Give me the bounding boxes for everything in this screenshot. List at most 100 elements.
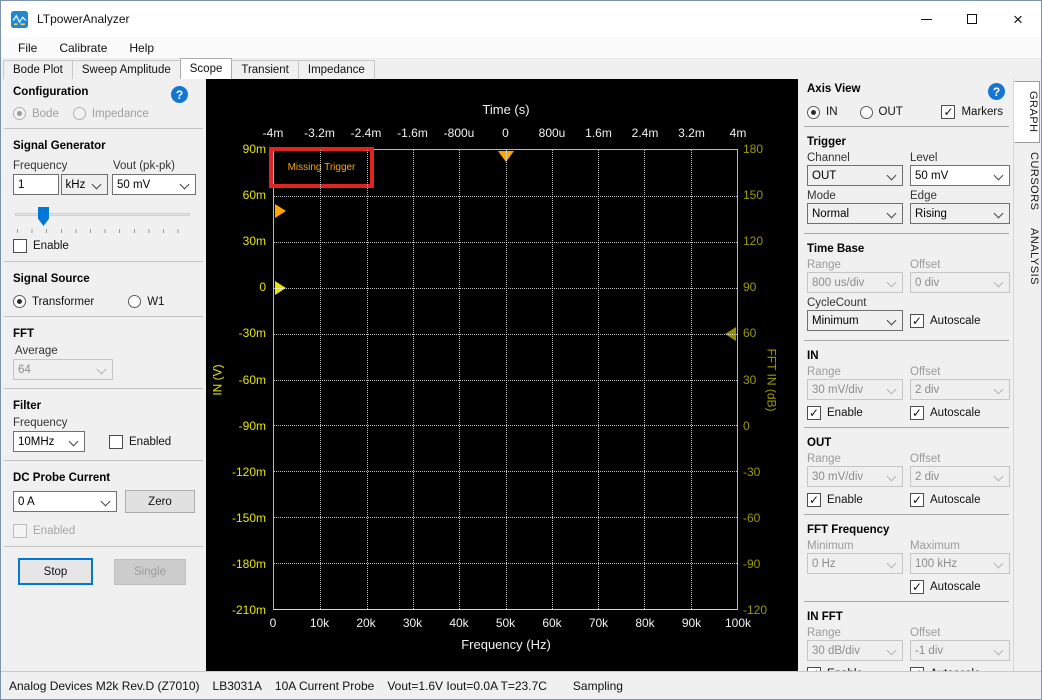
filter-enabled-checkbox[interactable]: ✓ Enabled [109, 435, 171, 449]
fft-tick: -90 [743, 557, 760, 571]
vout-label: Vout (pk-pk) [113, 160, 175, 172]
single-button[interactable]: Single [114, 559, 186, 585]
in-autoscale-checkbox[interactable]: ✓ Autoscale [910, 406, 1010, 420]
in-tick: -210m [232, 603, 266, 617]
checkbox-box: ✓ [807, 406, 821, 420]
tab-impedance[interactable]: Impedance [298, 60, 375, 79]
menu-calibrate[interactable]: Calibrate [48, 39, 118, 57]
frequency-unit-select[interactable]: kHz [61, 174, 108, 195]
axis-view-out-radio[interactable]: OUT [860, 106, 903, 119]
tab-bode-plot[interactable]: Bode Plot [3, 60, 73, 79]
configuration-section: Configuration ? Bode Impedance [1, 81, 206, 126]
fft-frequency-maximum-select[interactable]: 100 kHz [910, 553, 1010, 574]
chevron-down-icon [887, 209, 897, 219]
in-enable-checkbox[interactable]: ✓ Enable [807, 406, 903, 420]
side-tab-analysis[interactable]: ANALYSIS [1016, 219, 1040, 294]
trigger-level-select[interactable]: 50 mV [910, 165, 1010, 186]
trigger-level-marker[interactable] [275, 204, 286, 218]
slider-thumb[interactable] [38, 207, 49, 226]
missing-trigger-text: Missing Trigger [288, 162, 356, 173]
help-icon[interactable]: ? [988, 83, 1005, 100]
fft-tick: 90 [743, 280, 756, 294]
menu-help[interactable]: Help [118, 39, 165, 57]
side-tab-cursors[interactable]: CURSORS [1016, 143, 1040, 220]
fft-tick: -30 [743, 465, 760, 479]
cyclecount-select[interactable]: Minimum [807, 310, 903, 331]
out-range-select[interactable]: 30 mV/div [807, 466, 903, 487]
in-offset-select[interactable]: 2 div [910, 379, 1010, 400]
out-enable-checkbox[interactable]: ✓ Enable [807, 493, 903, 507]
chevron-down-icon [180, 180, 190, 190]
menu-file[interactable]: File [7, 39, 48, 57]
slider-ticks [17, 229, 190, 233]
axis-view-in-radio[interactable]: IN [807, 106, 838, 119]
side-tab-graph[interactable]: GRAPH [1014, 81, 1040, 143]
chevron-down-icon [994, 385, 1004, 395]
app-logo-icon [11, 11, 28, 28]
dc-probe-current-select[interactable]: 0 A [13, 491, 117, 512]
trigger-channel-select[interactable]: OUT [807, 165, 903, 186]
stop-button[interactable]: Stop [18, 558, 93, 585]
help-icon[interactable]: ? [171, 86, 188, 103]
time-base-autoscale-checkbox[interactable]: ✓ Autoscale [910, 314, 1010, 328]
trigger-title: Trigger [807, 136, 846, 148]
out-offset-label: Offset [910, 453, 1010, 465]
fft-frequency-title: FFT Frequency [807, 524, 889, 536]
bode-radio[interactable]: Bode [13, 107, 59, 120]
app-window: LTpowerAnalyzer × FileCalibrateHelp Bode… [0, 0, 1042, 700]
tab-sweep-amplitude[interactable]: Sweep Amplitude [72, 60, 181, 79]
in-fft-offset-select[interactable]: -1 div [910, 640, 1010, 661]
fft-frequency-autoscale-checkbox[interactable]: ✓ Autoscale [910, 580, 1010, 594]
signal-generator-section: Signal Generator Frequency Vout (pk-pk) … [1, 131, 206, 259]
fft-average-select[interactable]: 64 [13, 359, 113, 380]
filter-frequency-select[interactable]: 10MHz [13, 431, 85, 452]
in-fft-range-label: Range [807, 627, 903, 639]
autoscale-label: Autoscale [930, 494, 981, 506]
trigger-edge-select[interactable]: Rising [910, 203, 1010, 224]
minimize-button[interactable] [903, 1, 949, 37]
w1-radio[interactable]: W1 [128, 295, 164, 308]
fft-average-label: Average [15, 345, 196, 357]
time-base-range-select[interactable]: 800 us/div [807, 272, 903, 293]
signal-generator-enable-checkbox[interactable]: ✓ Enable [13, 239, 69, 253]
maximize-button[interactable] [949, 1, 995, 37]
trigger-mode-select[interactable]: Normal [807, 203, 903, 224]
dc-probe-enabled-label: Enabled [33, 525, 75, 537]
enable-label: Enable [33, 240, 69, 252]
in-fft-range-select[interactable]: 30 dB/div [807, 640, 903, 661]
impedance-radio[interactable]: Impedance [73, 107, 149, 120]
chevron-down-icon [994, 559, 1004, 569]
transformer-radio[interactable]: Transformer [13, 295, 94, 308]
divider [4, 316, 203, 317]
in-axis-title: IN (V) [210, 149, 226, 610]
in-tick: -180m [232, 557, 266, 571]
out-autoscale-checkbox[interactable]: ✓ Autoscale [910, 493, 1010, 507]
dc-probe-enabled-checkbox[interactable]: ✓ Enabled [13, 524, 75, 538]
in-tick: 0 [259, 280, 266, 294]
markers-checkbox[interactable]: ✓ Markers [941, 105, 1003, 119]
in-fft-autoscale-checkbox[interactable]: ✓ Autoscale [910, 667, 1010, 671]
frequency-tick: 40k [449, 616, 468, 630]
in-range-select[interactable]: 30 mV/div [807, 379, 903, 400]
tab-scope[interactable]: Scope [180, 58, 233, 79]
checkbox-box: ✓ [910, 580, 924, 594]
in-fft-offset-label: Offset [910, 627, 1010, 639]
fft-frequency-minimum-select[interactable]: 0 Hz [807, 553, 903, 574]
vout-select[interactable]: 50 mV [112, 174, 196, 195]
checkbox-box: ✓ [807, 493, 821, 507]
divider [804, 233, 1009, 234]
zero-button[interactable]: Zero [125, 490, 195, 513]
tab-transient[interactable]: Transient [231, 60, 299, 79]
frequency-input[interactable]: 1 [13, 174, 59, 195]
frequency-tick: 80k [635, 616, 654, 630]
gridline-vertical [691, 150, 692, 609]
out-offset-select[interactable]: 2 div [910, 466, 1010, 487]
axis-view-out-label: OUT [879, 106, 903, 118]
frequency-slider[interactable] [15, 207, 194, 233]
filter-section: Filter Frequency 10MHz ✓ Enabled [1, 391, 206, 458]
close-button[interactable]: × [995, 1, 1041, 37]
frequency-tick: 60k [542, 616, 561, 630]
radio-circle [13, 107, 26, 120]
in-fft-enable-checkbox[interactable]: ✓ Enable [807, 667, 903, 671]
time-base-offset-select[interactable]: 0 div [910, 272, 1010, 293]
